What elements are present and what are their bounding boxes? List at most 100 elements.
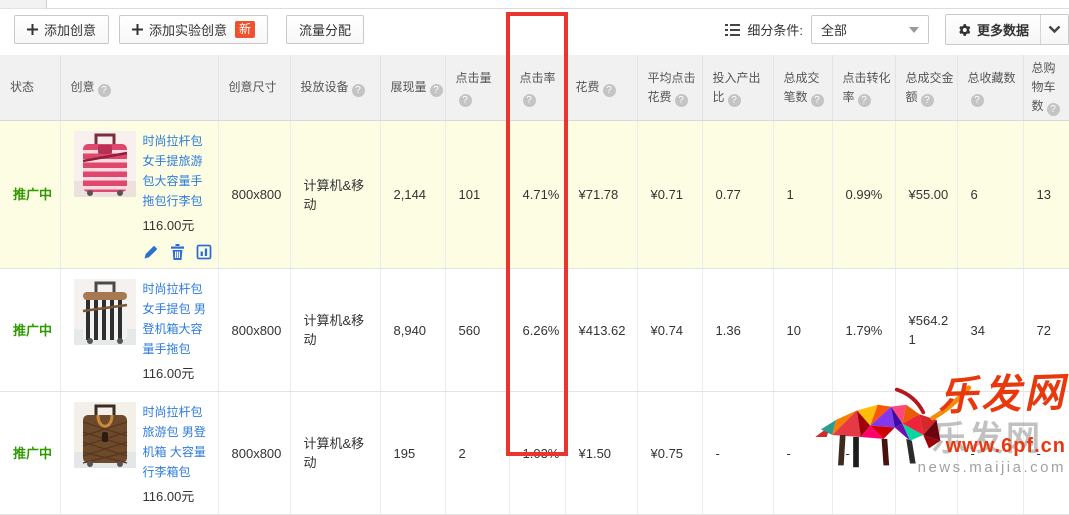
help-icon[interactable] <box>459 94 472 107</box>
help-icon[interactable] <box>98 84 111 97</box>
impressions: 2,144 <box>380 121 445 269</box>
product-image[interactable] <box>74 402 136 468</box>
favorites: - <box>957 392 1023 515</box>
traffic-allocation-label: 流量分配 <box>299 20 351 39</box>
gear-icon <box>957 23 971 37</box>
creative-price: 116.00元 <box>143 364 214 383</box>
col-header-roi: 投入产出比 <box>702 55 773 121</box>
table-header-row: 状态 创意 创意尺寸 投放设备 展现量 点击量 点击率 花费 平均点击花费 投入… <box>0 55 1069 121</box>
ctr: 4.71% <box>509 121 565 269</box>
revenue: ¥55.00 <box>895 121 957 269</box>
delete-icon[interactable] <box>170 244 185 260</box>
creative-size: 800x800 <box>218 269 290 392</box>
toolbar-right: 细分条件: 全部 更多数据 <box>725 15 1069 44</box>
col-header-creative: 创意 <box>60 55 218 121</box>
tab-pane-border <box>46 0 1069 9</box>
list-icon <box>725 24 740 36</box>
help-icon[interactable] <box>921 94 934 107</box>
edit-icon[interactable] <box>143 244 159 260</box>
favorites: 34 <box>957 269 1023 392</box>
roi: 0.77 <box>702 121 773 269</box>
col-header-status: 状态 <box>0 55 60 121</box>
clicks: 2 <box>445 392 509 515</box>
help-icon[interactable] <box>523 94 536 107</box>
roi: - <box>702 392 773 515</box>
report-icon[interactable] <box>196 244 212 260</box>
help-icon[interactable] <box>811 94 824 107</box>
status-badge: 推广中 <box>13 187 52 202</box>
col-header-impressions: 展现量 <box>380 55 445 121</box>
creative-price: 116.00元 <box>143 216 214 235</box>
segment-select[interactable]: 全部 <box>811 15 929 44</box>
col-header-favorites: 总收藏数 <box>957 55 1023 121</box>
orders: - <box>773 392 832 515</box>
cart-adds: - <box>1023 392 1069 515</box>
more-data-collapse-button[interactable] <box>1040 15 1068 44</box>
creative-title-link[interactable]: 时尚拉杆包女手提包 男登机箱大容量手拖包 <box>143 279 214 359</box>
click-conversion-rate: - <box>832 392 895 515</box>
product-image[interactable] <box>74 131 136 197</box>
click-conversion-rate: 0.99% <box>832 121 895 269</box>
table-row: 推广中 <box>0 121 1069 269</box>
table-row: 推广中 <box>0 269 1069 392</box>
cost: ¥71.78 <box>565 121 637 269</box>
avg-click-cost: ¥0.75 <box>637 392 702 515</box>
creative-price: 116.00元 <box>143 487 214 506</box>
add-experiment-creative-label: 添加实验创意 <box>149 20 227 39</box>
traffic-allocation-button[interactable]: 流量分配 <box>286 15 364 44</box>
creative-title-link[interactable]: 时尚拉杆包女手提旅游包大容量手拖包行李包 <box>143 131 214 211</box>
product-image[interactable] <box>74 279 136 345</box>
caret-down-icon <box>909 27 919 33</box>
table-row: 推广中 <box>0 392 1069 515</box>
help-icon[interactable] <box>971 94 984 107</box>
col-header-device: 投放设备 <box>290 55 380 121</box>
help-icon[interactable] <box>1047 103 1060 116</box>
help-icon[interactable] <box>675 94 688 107</box>
col-header-avg-click-cost: 平均点击花费 <box>637 55 702 121</box>
col-header-cost: 花费 <box>565 55 637 121</box>
col-header-conversion: 点击转化率 <box>832 55 895 121</box>
segment-selected-value: 全部 <box>821 20 847 39</box>
help-icon[interactable] <box>728 94 741 107</box>
help-icon[interactable] <box>603 84 616 97</box>
chevron-down-icon <box>1048 25 1061 34</box>
help-icon[interactable] <box>858 94 871 107</box>
clicks: 101 <box>445 121 509 269</box>
creative-report-table: 状态 创意 创意尺寸 投放设备 展现量 点击量 点击率 花费 平均点击花费 投入… <box>0 55 1069 515</box>
creative-size: 800x800 <box>218 121 290 269</box>
more-data-label: 更多数据 <box>977 20 1029 39</box>
tab-panel-edge <box>0 0 1069 9</box>
cart-adds: 13 <box>1023 121 1069 269</box>
help-icon[interactable] <box>430 84 443 97</box>
more-data-button-group: 更多数据 <box>945 14 1069 45</box>
ctr: 1.03% <box>509 392 565 515</box>
new-badge: 新 <box>235 21 255 38</box>
creative-title-link[interactable]: 时尚拉杆包旅游包 男登机箱 大容量行李箱包 <box>143 402 214 482</box>
orders: 1 <box>773 121 832 269</box>
avg-click-cost: ¥0.74 <box>637 269 702 392</box>
creative-size: 800x800 <box>218 392 290 515</box>
roi: 1.36 <box>702 269 773 392</box>
cart-adds: 72 <box>1023 269 1069 392</box>
more-data-button[interactable]: 更多数据 <box>946 15 1040 44</box>
col-header-size: 创意尺寸 <box>218 55 290 121</box>
col-header-orders: 总成交笔数 <box>773 55 832 121</box>
help-icon[interactable] <box>352 84 365 97</box>
orders: 10 <box>773 269 832 392</box>
impressions: 8,940 <box>380 269 445 392</box>
segment-condition-label: 细分条件: <box>747 20 803 39</box>
add-creative-button[interactable]: 添加创意 <box>14 15 109 44</box>
device: 计算机&移动 <box>290 392 380 515</box>
col-header-clicks: 点击量 <box>445 55 509 121</box>
plus-icon <box>132 24 143 35</box>
status-badge: 推广中 <box>13 446 52 461</box>
ctr: 6.26% <box>509 269 565 392</box>
col-header-ctr: 点击率 <box>509 55 565 121</box>
add-experiment-creative-button[interactable]: 添加实验创意 新 <box>119 15 268 44</box>
clicks: 560 <box>445 269 509 392</box>
cost: ¥1.50 <box>565 392 637 515</box>
add-creative-label: 添加创意 <box>44 20 96 39</box>
cost: ¥413.62 <box>565 269 637 392</box>
col-header-carts: 总购物车数 <box>1023 55 1069 121</box>
revenue: - <box>895 392 957 515</box>
